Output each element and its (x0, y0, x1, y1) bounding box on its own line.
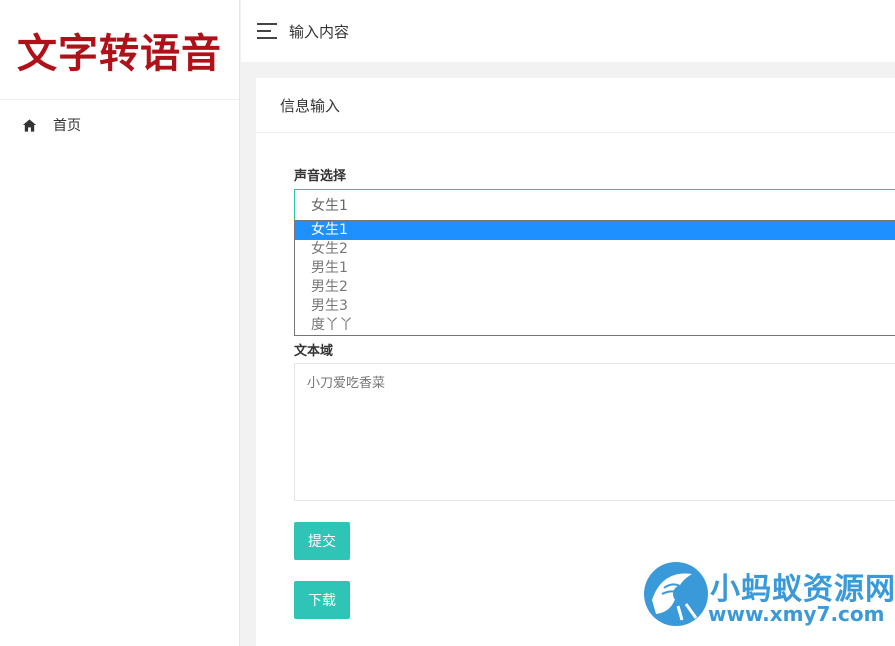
ant-logo-icon (644, 562, 708, 626)
watermark: 小蚂蚁资源网 www.xmy7.com (640, 558, 895, 630)
download-button[interactable]: 下载 (294, 581, 350, 619)
voice-select-label: 声音选择 (294, 169, 347, 184)
top-header: 输入内容 (241, 0, 895, 62)
brand-logo: 文字转语音 (0, 0, 239, 100)
sidebar-item-home[interactable]: 首页 (0, 100, 239, 150)
sidebar: 文字转语音 首页 (0, 0, 240, 646)
home-icon (22, 118, 37, 132)
logo-text: 文字转语音 (17, 29, 222, 77)
text-input-area[interactable]: 小刀爱吃香菜 (294, 363, 895, 501)
card-title: 信息输入 (256, 78, 895, 133)
sidebar-item-label: 首页 (53, 118, 81, 134)
header-title: 输入内容 (289, 22, 350, 41)
voice-select[interactable]: 女生1 (294, 189, 895, 221)
watermark-url: www.xmy7.com (708, 602, 885, 626)
voice-option[interactable]: 女生1 (295, 221, 895, 240)
menu-toggle-icon[interactable] (257, 23, 277, 39)
voice-option[interactable]: 度丫丫 (295, 316, 895, 335)
submit-button[interactable]: 提交 (294, 522, 350, 560)
voice-option[interactable]: 男生1 (295, 259, 895, 278)
voice-option[interactable]: 女生2 (295, 240, 895, 259)
voice-select-value: 女生1 (311, 198, 348, 214)
voice-dropdown-list: 女生1 女生2 男生1 男生2 男生3 度丫丫 (294, 220, 895, 336)
voice-option[interactable]: 男生2 (295, 278, 895, 297)
textarea-label: 文本域 (294, 344, 334, 359)
voice-option[interactable]: 男生3 (295, 297, 895, 316)
